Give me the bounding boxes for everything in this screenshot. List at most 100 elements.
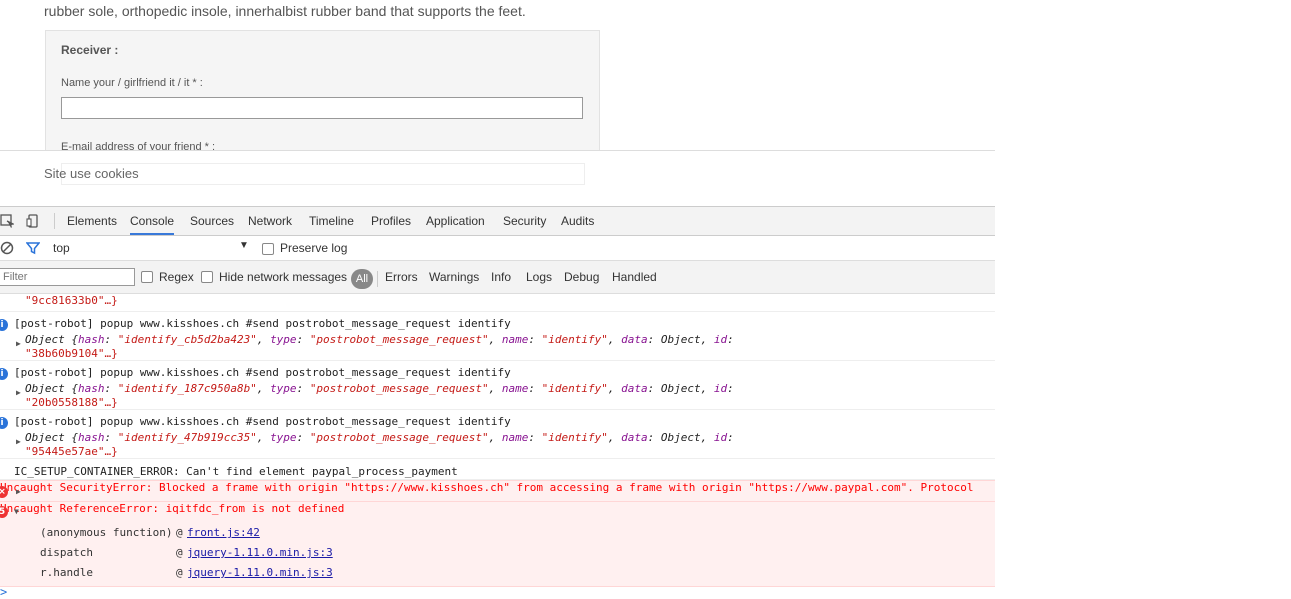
obj-prefix: Object {: [25, 382, 78, 395]
key-type: type: [270, 382, 297, 395]
cookie-text: Site use cookies: [44, 166, 139, 181]
console-message: "9cc81633b0"…}: [0, 294, 995, 312]
tab-audits[interactable]: Audits: [561, 214, 594, 228]
level-errors[interactable]: Errors: [385, 270, 418, 284]
info-icon: i: [0, 417, 8, 429]
stack-function: dispatch: [40, 546, 93, 559]
console-message: i [post-robot] popup www.kisshoes.ch #se…: [0, 312, 995, 361]
preserve-log-checkbox[interactable]: [262, 243, 274, 255]
filter-icon[interactable]: [25, 241, 41, 255]
receiver-form: Receiver : Name your / girlfriend it / i…: [45, 30, 600, 150]
expand-triangle-icon[interactable]: ▶: [16, 437, 21, 446]
id-value: "20b0558188"…}: [25, 396, 118, 409]
key-id: id: [713, 333, 728, 346]
friend-name-input[interactable]: [61, 97, 583, 119]
web-page: rubber sole, orthopedic insole, innerhal…: [0, 0, 995, 150]
key-hash: hash: [77, 382, 105, 395]
devtools-tabbar: Elements Console Sources Network Timelin…: [0, 207, 995, 236]
stack-at: @: [176, 566, 183, 579]
clear-console-icon[interactable]: [0, 241, 14, 255]
key-type: type: [270, 333, 297, 346]
tab-security[interactable]: Security: [503, 214, 546, 228]
regex-label: Regex: [159, 270, 194, 284]
stack-at: @: [176, 546, 183, 559]
console-filter-bar: Regex Hide network messages All Errors W…: [0, 261, 995, 294]
data-value: Object: [660, 333, 701, 346]
email-label: E-mail address of your friend * :: [61, 141, 216, 150]
error-icon: ×: [0, 486, 8, 498]
tab-application[interactable]: Application: [426, 214, 485, 228]
console-prompt[interactable]: >: [0, 585, 7, 599]
context-selector[interactable]: top: [53, 241, 70, 255]
log-text: [post-robot] popup www.kisshoes.ch #send…: [14, 366, 511, 379]
preserve-log-label: Preserve log: [280, 241, 348, 255]
level-info[interactable]: Info: [491, 270, 511, 284]
log-text: IC_SETUP_CONTAINER_ERROR: Can't find ele…: [14, 465, 458, 478]
tab-separator: [54, 213, 55, 229]
info-icon: i: [0, 368, 8, 380]
key-data: data: [621, 333, 648, 346]
level-debug[interactable]: Debug: [564, 270, 599, 284]
key-id: id: [713, 431, 728, 444]
stack-function: (anonymous function): [40, 526, 173, 539]
level-handled[interactable]: Handled: [612, 270, 657, 284]
error-count-badge: 5: [0, 506, 8, 518]
key-type: type: [270, 431, 297, 444]
chevron-down-icon[interactable]: ▼: [239, 240, 249, 251]
key-name: name: [501, 333, 529, 346]
devtools-panel: Elements Console Sources Network Timelin…: [0, 206, 995, 599]
data-value: Object: [660, 382, 701, 395]
level-all[interactable]: All: [351, 269, 373, 289]
console-message: i [post-robot] popup www.kisshoes.ch #se…: [0, 361, 995, 410]
expand-triangle-icon[interactable]: ▶: [16, 388, 21, 397]
stack-function: r.handle: [40, 566, 93, 579]
filter-input[interactable]: [0, 268, 135, 286]
tab-sources[interactable]: Sources: [190, 214, 234, 228]
console-error: 5 ▼ Uncaught ReferenceError: iqitfdc_fro…: [0, 501, 995, 587]
tab-console[interactable]: Console: [130, 214, 175, 235]
hash-value: "identify_47b919cc35": [117, 431, 257, 444]
inspect-element-icon[interactable]: [0, 214, 16, 228]
receiver-title: Receiver :: [61, 43, 119, 57]
key-data: data: [621, 382, 648, 395]
object-preview[interactable]: Object {hash: "identify_47b919cc35", typ…: [25, 431, 734, 444]
tab-profiles[interactable]: Profiles: [371, 214, 411, 228]
console-message: i [post-robot] popup www.kisshoes.ch #se…: [0, 410, 995, 459]
tab-network[interactable]: Network: [248, 214, 292, 228]
level-warnings[interactable]: Warnings: [429, 270, 479, 284]
truncated-id: "9cc81633b0"…}: [25, 294, 118, 307]
stack-link[interactable]: jquery-1.11.0.min.js:3: [187, 546, 333, 559]
stack-link[interactable]: jquery-1.11.0.min.js:3: [187, 566, 333, 579]
stack-at: @: [176, 526, 183, 539]
level-logs[interactable]: Logs: [526, 270, 552, 284]
key-hash: hash: [77, 333, 105, 346]
product-description: rubber sole, orthopedic insole, innerhal…: [44, 3, 526, 19]
key-data: data: [621, 431, 648, 444]
log-text: [post-robot] popup www.kisshoes.ch #send…: [14, 415, 511, 428]
object-preview[interactable]: Object {hash: "identify_187c950a8b", typ…: [25, 382, 734, 395]
expand-triangle-icon[interactable]: ▶: [16, 487, 21, 496]
obj-prefix: Object {: [25, 333, 78, 346]
stack-link[interactable]: front.js:42: [187, 526, 260, 539]
key-id: id: [713, 382, 728, 395]
hide-network-checkbox[interactable]: [201, 271, 213, 283]
obj-prefix: Object {: [25, 431, 78, 444]
level-separator: [377, 271, 378, 287]
device-toolbar-icon[interactable]: [26, 214, 40, 228]
name-value: "identify": [541, 431, 608, 444]
object-preview[interactable]: Object {hash: "identify_cb5d2ba423", typ…: [25, 333, 734, 346]
console-toolbar: top ▼ Preserve log: [0, 236, 995, 261]
console-message: IC_SETUP_CONTAINER_ERROR: Can't find ele…: [0, 459, 995, 480]
regex-checkbox[interactable]: [141, 271, 153, 283]
key-name: name: [501, 431, 529, 444]
tab-elements[interactable]: Elements: [67, 214, 117, 228]
expand-triangle-icon[interactable]: ▶: [16, 339, 21, 348]
hash-value: "identify_cb5d2ba423": [117, 333, 257, 346]
name-value: "identify": [541, 382, 608, 395]
key-hash: hash: [77, 431, 105, 444]
collapse-triangle-icon[interactable]: ▼: [14, 507, 19, 516]
type-value: "postrobot_message_request": [309, 431, 489, 444]
info-icon: i: [0, 319, 8, 331]
console-output: "9cc81633b0"…} i [post-robot] popup www.…: [0, 294, 995, 599]
tab-timeline[interactable]: Timeline: [309, 214, 354, 228]
